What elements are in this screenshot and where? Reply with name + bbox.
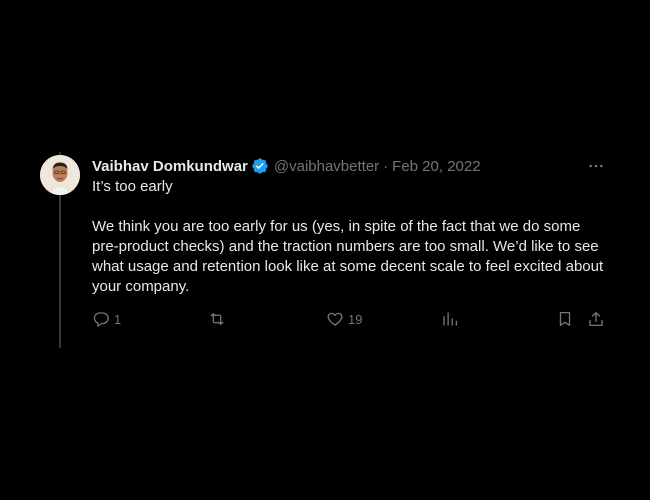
bookmark-button[interactable] — [556, 310, 574, 328]
verified-badge-icon — [251, 157, 269, 175]
share-icon — [587, 310, 605, 328]
retweet-button[interactable] — [207, 310, 231, 328]
like-button[interactable]: 19 — [326, 310, 362, 328]
author-handle[interactable]: @vaibhavbetter — [274, 158, 379, 175]
heart-icon — [326, 310, 344, 328]
views-chart-icon — [441, 310, 459, 328]
reply-button[interactable]: 1 — [92, 310, 121, 328]
tweet-body: We think you are too early for us (yes, … — [92, 218, 604, 295]
tweet-header: Vaibhav Domkundwar @vaibhavbetter · Feb … — [92, 155, 610, 177]
avatar[interactable] — [40, 155, 80, 195]
retweet-icon — [207, 310, 227, 328]
like-count: 19 — [348, 311, 363, 327]
views-button[interactable] — [441, 310, 463, 328]
share-button[interactable] — [587, 310, 605, 328]
tweet-content: Vaibhav Domkundwar @vaibhavbetter · Feb … — [92, 155, 610, 327]
reply-count: 1 — [114, 311, 122, 327]
tweet-title: It’s too early — [92, 178, 173, 195]
author-display-name[interactable]: Vaibhav Domkundwar — [92, 158, 248, 175]
avatar-image — [40, 155, 80, 195]
more-dots-icon[interactable] — [586, 157, 606, 175]
bookmark-icon — [556, 310, 574, 328]
reply-icon — [92, 310, 110, 328]
separator-dot: · — [383, 157, 389, 175]
tweet-actions: 1 19 — [92, 310, 610, 332]
tweet-date[interactable]: Feb 20, 2022 — [392, 158, 480, 175]
